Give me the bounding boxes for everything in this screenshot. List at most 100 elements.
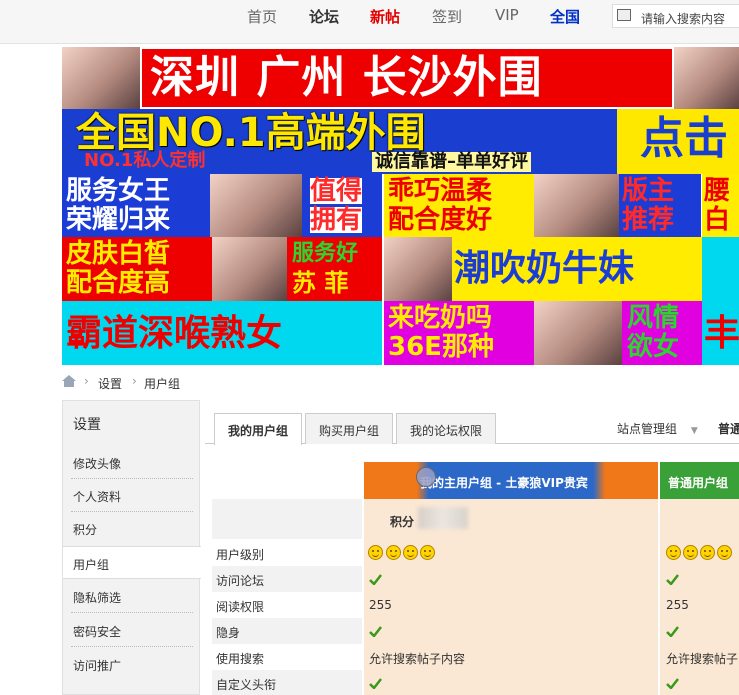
- banner-photo: [212, 237, 287, 301]
- cell-search-main: 允许搜索帖子内容: [369, 652, 466, 666]
- tab-forum-permissions[interactable]: 我的论坛权限: [396, 413, 496, 444]
- breadcrumb-current: 用户组: [144, 377, 181, 391]
- breadcrumb-settings-link[interactable]: 设置: [98, 375, 122, 392]
- search-type-icon[interactable]: [617, 9, 631, 21]
- banner-text: 值得: [310, 176, 363, 206]
- banner-text: 36E那种: [388, 332, 494, 362]
- banner-text: 乖巧温柔: [388, 176, 493, 206]
- banner-text: 腰: [704, 176, 731, 206]
- banner-text: 风情: [627, 303, 680, 333]
- search-input[interactable]: 请输入搜索内容: [612, 4, 739, 28]
- row-label-user-level: 用户级别: [216, 548, 265, 562]
- points-label: 积分: [390, 515, 415, 529]
- smiley-level-icon: [700, 545, 715, 560]
- banner-text: 拥有: [310, 205, 363, 235]
- banner-text: 版主: [622, 176, 675, 206]
- table-label-column: [212, 499, 362, 539]
- breadcrumb-separator: ›: [84, 374, 89, 388]
- row-label-invisible: 隐身: [216, 626, 241, 640]
- banner-photo: [674, 47, 739, 109]
- nav-vip-link[interactable]: VIP: [495, 6, 519, 24]
- settings-sidebar: 设置 修改头像 个人资料 积分 用户组 隐私筛选 密码安全 访问推广: [62, 400, 201, 695]
- banner-text: 荣耀归来: [66, 205, 171, 235]
- banner-text: 全国NO.1高端外围: [76, 110, 426, 156]
- group-select-label: 站点管理组: [617, 422, 678, 436]
- nav-checkin-link[interactable]: 签到: [432, 6, 462, 27]
- banner-text: 服务女王: [66, 176, 171, 206]
- banner-ad-1[interactable]: 深圳 广州 长沙外围: [62, 47, 739, 109]
- sidebar-item-usergroup[interactable]: 用户组: [63, 546, 201, 579]
- banner-text: 丰: [704, 313, 739, 354]
- check-icon: [369, 626, 382, 637]
- row-label-visit-forum: 访问论坛: [216, 574, 265, 588]
- banner-text: 配合度好: [388, 205, 493, 235]
- cell-search-normal: 允许搜索帖子: [666, 652, 739, 666]
- smiley-level-icon: [717, 545, 732, 560]
- row-label-custom-title: 自定义头衔: [216, 678, 277, 692]
- tab-my-usergroup[interactable]: 我的用户组: [214, 413, 302, 445]
- banner-photo: [384, 237, 452, 301]
- banner-text: 深圳 广州 长沙外围: [150, 52, 543, 103]
- nav-forum-link[interactable]: 论坛: [309, 6, 339, 27]
- cell-read-permission-main: 255: [369, 598, 392, 612]
- banner-text: 霸道深喉熟女: [66, 313, 283, 354]
- normal-group-header: 普通用户组: [660, 462, 739, 499]
- banner-photo: [534, 301, 622, 365]
- nav-national-link[interactable]: 全国: [550, 6, 580, 27]
- banner-text: 白: [704, 205, 731, 235]
- check-icon: [369, 574, 382, 585]
- normal-group-title: 普通用户组: [668, 476, 729, 490]
- sidebar-item-points[interactable]: 积分: [63, 512, 201, 545]
- banner-text: 潮吹奶牛妹: [454, 248, 635, 289]
- check-icon: [666, 626, 679, 637]
- home-icon[interactable]: [62, 375, 76, 387]
- banner-text: 欲女: [627, 332, 680, 362]
- sidebar-item-password[interactable]: 密码安全: [63, 614, 201, 647]
- main-group-title: 我的主用户组 - 土豪狼VIP贵宾: [420, 476, 588, 490]
- sidebar-item-promotion[interactable]: 访问推广: [63, 648, 201, 681]
- banner-photo: [210, 174, 302, 237]
- group-select[interactable]: 站点管理组 ▼: [617, 420, 698, 437]
- row-label-search: 使用搜索: [216, 652, 265, 666]
- main-group-header: 我的主用户组 - 土豪狼VIP贵宾: [364, 462, 658, 499]
- banner-ad-4[interactable]: 皮肤白皙 配合度高 服务好 苏 菲 潮吹奶牛妹: [62, 237, 739, 301]
- banner-text: 来吃奶吗: [388, 303, 493, 333]
- sidebar-item-label: 隐私筛选: [73, 591, 122, 605]
- group-select-next[interactable]: 普通: [718, 420, 739, 437]
- sidebar-item-label: 个人资料: [73, 490, 122, 504]
- tab-label: 购买用户组: [318, 424, 379, 438]
- sidebar-item-profile[interactable]: 个人资料: [63, 479, 201, 512]
- nav-home-link[interactable]: 首页: [247, 6, 277, 27]
- tab-label: 我的用户组: [227, 424, 288, 438]
- banner-text: 苏 菲: [292, 269, 349, 297]
- cell-read-permission-normal: 255: [666, 598, 689, 612]
- sidebar-item-privacy[interactable]: 隐私筛选: [63, 580, 201, 613]
- group-select-next-label: 普通: [718, 422, 739, 436]
- chevron-down-icon: ▼: [690, 426, 698, 436]
- sidebar-item-avatar[interactable]: 修改头像: [63, 446, 201, 479]
- breadcrumb-separator: ›: [132, 374, 137, 388]
- sidebar-heading: 设置: [73, 417, 101, 433]
- banner-cyan-panel: [702, 237, 739, 301]
- sidebar-item-label: 访问推广: [73, 659, 122, 673]
- search-placeholder: 请输入搜索内容: [641, 12, 726, 26]
- tab-label: 我的论坛权限: [409, 424, 482, 438]
- nav-new-posts-link[interactable]: 新帖: [370, 6, 400, 27]
- smiley-level-icon: [666, 545, 681, 560]
- banner-ad-2[interactable]: 全国NO.1高端外围 NO.1私人定制 诚信靠谱–单单好评 点击: [62, 109, 739, 174]
- sidebar-item-label: 积分: [73, 523, 98, 537]
- smiley-level-icon: [368, 545, 383, 560]
- banner-ad-5[interactable]: 霸道深喉熟女 来吃奶吗 36E那种 风情 欲女 丰: [62, 301, 739, 365]
- check-icon: [369, 678, 382, 689]
- sidebar-item-label: 修改头像: [73, 457, 122, 471]
- smiley-level-icon: [683, 545, 698, 560]
- banner-text: 皮肤白皙: [66, 239, 171, 269]
- tab-buy-usergroup[interactable]: 购买用户组: [305, 413, 393, 444]
- smiley-level-icon: [420, 545, 435, 560]
- cursor-pointer: [416, 467, 436, 487]
- points-value-blur: [418, 507, 468, 529]
- row-label-read-permission: 阅读权限: [216, 600, 265, 614]
- banner-ad-3[interactable]: 服务女王 荣耀归来 值得 拥有 乖巧温柔 配合度好 版主 推荐 腰 白: [62, 174, 739, 237]
- banner-text: 推荐: [622, 205, 675, 235]
- banner-text: 服务好: [292, 241, 359, 266]
